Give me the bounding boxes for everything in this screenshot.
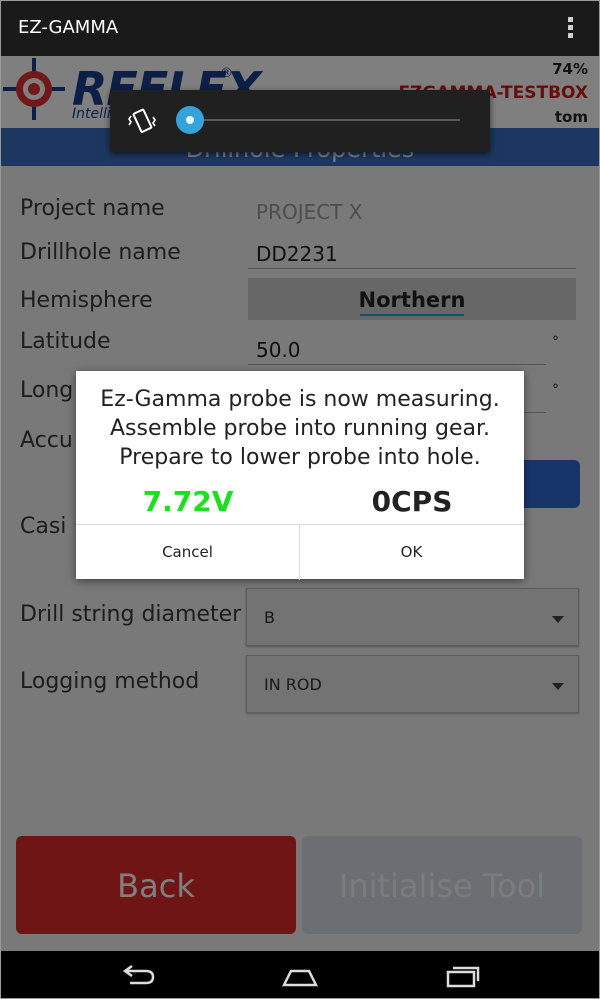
volume-slider-track[interactable]: [190, 119, 460, 121]
dialog-message: Ez-Gamma probe is now measuring. Assembl…: [76, 385, 524, 472]
app-screen: EZ-GAMMA REFLEX ® Intelli 74% EZGAMMA-TE…: [0, 0, 600, 999]
dialog-button-bar: Cancel OK: [76, 524, 524, 580]
more-vertical-icon[interactable]: [560, 14, 580, 44]
dialog-message-line: Ez-Gamma probe is now measuring.: [100, 387, 500, 412]
measuring-dialog: Ez-Gamma probe is now measuring. Assembl…: [76, 371, 524, 580]
ok-button[interactable]: OK: [300, 525, 523, 580]
cps-reading: 0CPS: [371, 485, 453, 518]
back-icon[interactable]: [118, 963, 158, 989]
recents-icon[interactable]: [443, 963, 483, 989]
vibrate-icon[interactable]: [128, 106, 156, 136]
dialog-message-line: Prepare to lower probe into hole.: [119, 445, 481, 470]
dialog-message-line: Assemble probe into running gear.: [109, 416, 491, 441]
volume-popup: [110, 90, 490, 152]
cancel-button[interactable]: Cancel: [76, 525, 300, 580]
navigation-bar: [0, 951, 600, 999]
app-title: EZ-GAMMA: [18, 17, 119, 38]
action-bar: EZ-GAMMA: [0, 0, 600, 56]
voltage-reading: 7.72V: [142, 485, 234, 518]
home-icon[interactable]: [280, 963, 320, 989]
volume-slider-thumb[interactable]: [176, 106, 204, 134]
